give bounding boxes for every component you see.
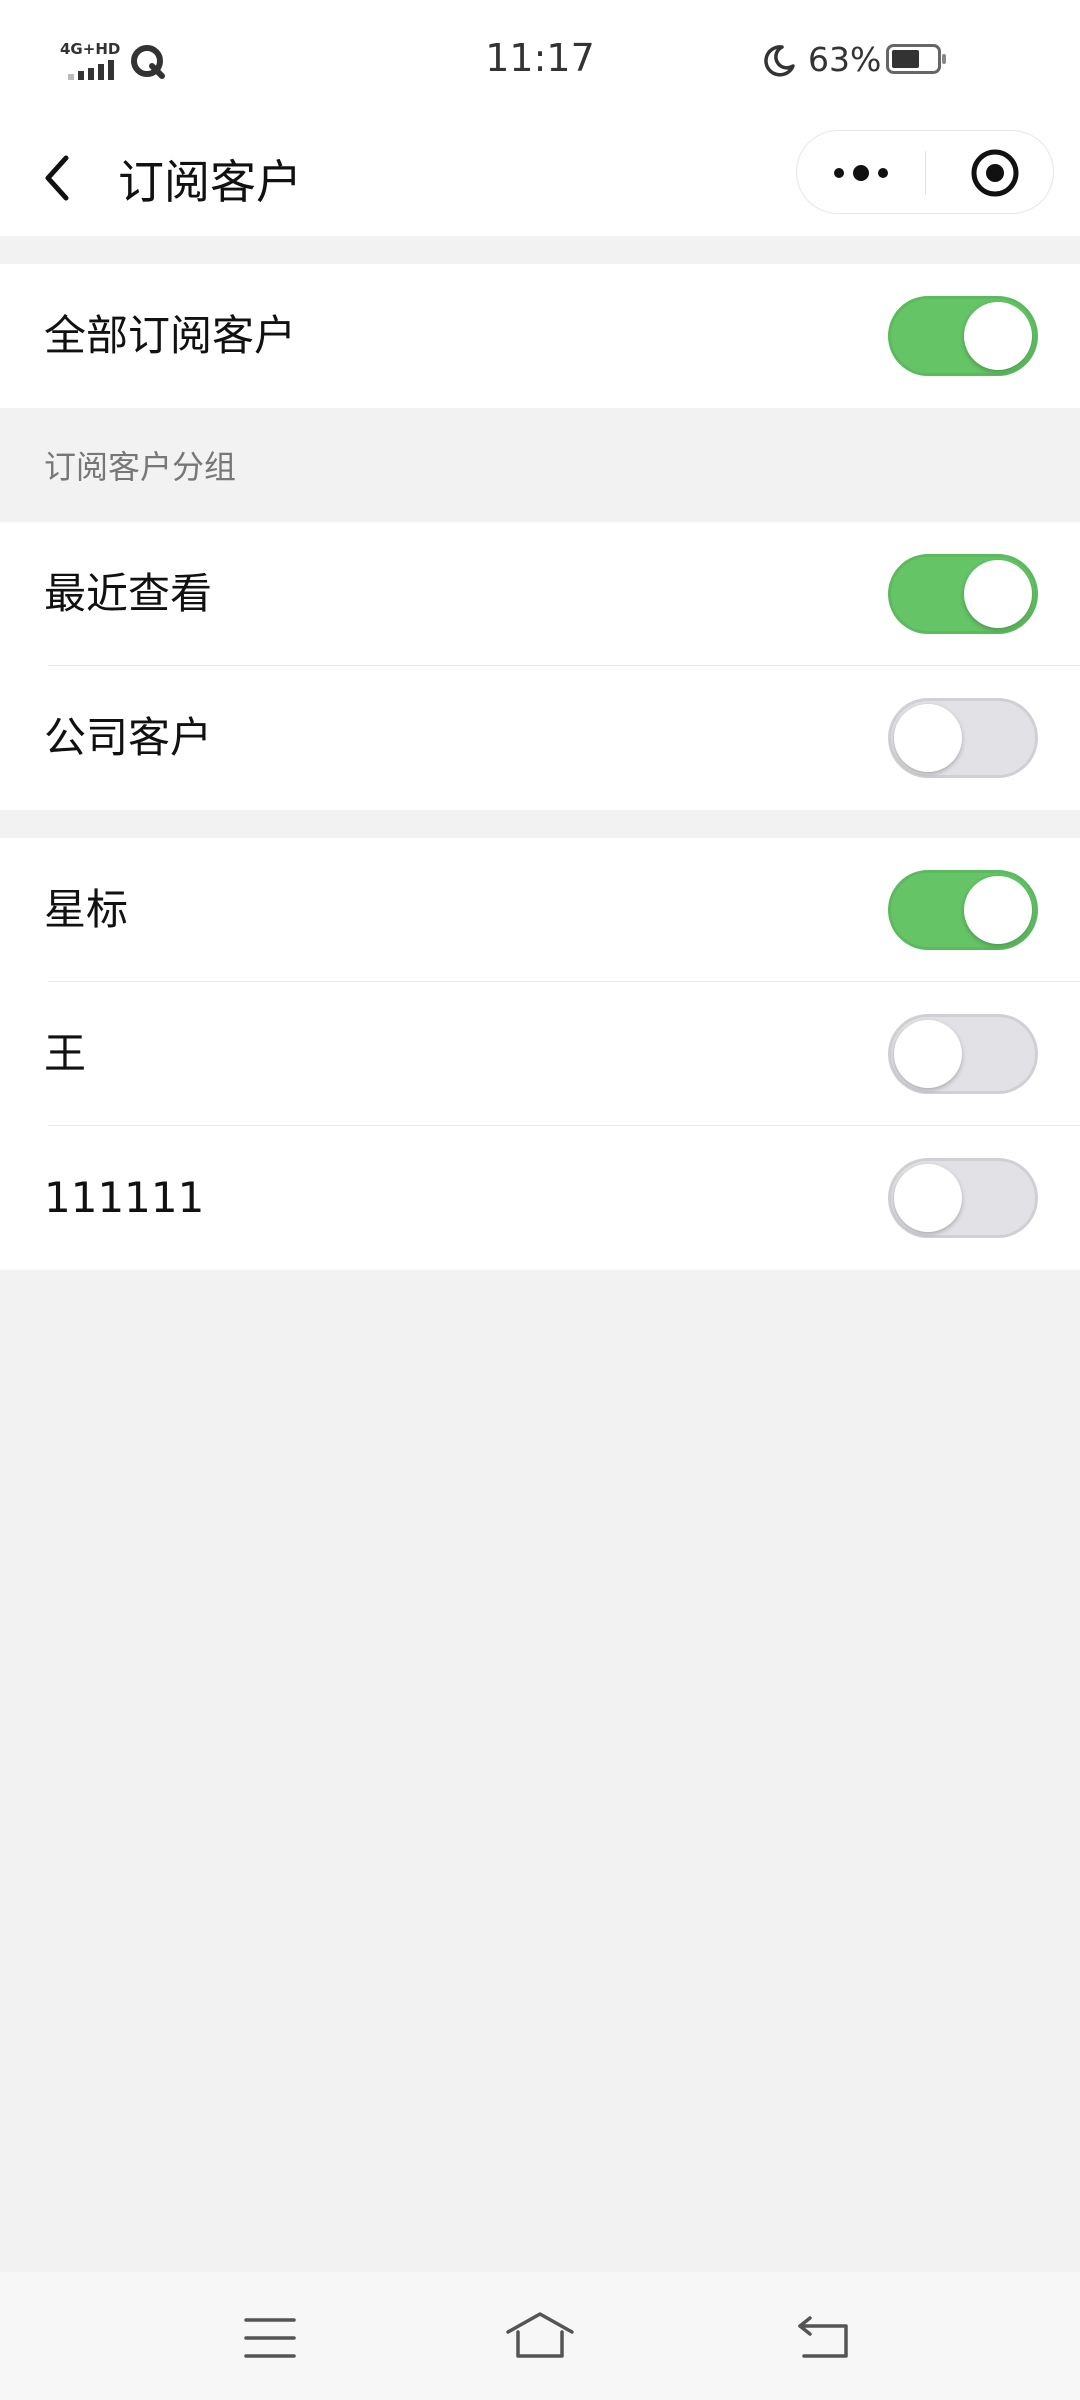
battery-icon [886,44,946,74]
all-subscribers-label: 全部订阅客户 [44,311,297,360]
switch-knob [894,704,962,772]
page: 4G+HD 11:17 63% 订阅客户 全部订阅客户 订阅客户分组 最近查看 … [0,0,1080,2400]
tag-label-wang: 王 [44,1029,87,1078]
list-item: 最近查看 [0,522,1080,666]
tag-label-111111: 111111 [44,1173,205,1222]
system-nav-bar [0,2272,1080,2400]
group-switch-recent[interactable] [888,554,1038,634]
header: 订阅客户 [0,120,1080,236]
switch-knob [894,1164,962,1232]
tags-block: 星标 王 111111 [0,838,1080,1270]
tag-switch-star[interactable] [888,870,1038,950]
list-item: 星标 [0,838,1080,982]
all-subscribers-switch[interactable] [888,296,1038,376]
page-title: 订阅客户 [118,155,302,209]
group-switch-company[interactable] [888,698,1038,778]
capsule-divider [925,151,926,195]
groups-block: 最近查看 公司客户 [0,522,1080,810]
list-item: 公司客户 [0,666,1080,810]
back-icon[interactable] [38,148,78,208]
groups-section-title: 订阅客户分组 [44,448,237,486]
target-icon[interactable] [969,147,1021,199]
switch-knob [894,1020,962,1088]
status-bar: 4G+HD 11:17 63% [0,0,1080,120]
list-item: 111111 [0,1126,1080,1270]
list-item: 王 [0,982,1080,1126]
more-icon[interactable] [831,163,891,183]
back-arrow-icon[interactable] [796,2314,852,2360]
tag-switch-wang[interactable] [888,1014,1038,1094]
switch-knob [964,876,1032,944]
switch-knob [964,302,1032,370]
menu-icon[interactable] [244,2316,296,2360]
group-label-company: 公司客户 [44,713,213,762]
moon-icon [764,45,795,77]
home-icon[interactable] [504,2310,576,2362]
group-label-recent: 最近查看 [44,569,213,618]
all-subscribers-row: 全部订阅客户 [0,264,1080,408]
miniapp-capsule [796,130,1054,214]
tag-switch-111111[interactable] [888,1158,1038,1238]
tag-label-star: 星标 [44,885,129,934]
battery-percent: 63% [808,40,882,79]
switch-knob [964,560,1032,628]
all-subscribers-block: 全部订阅客户 [0,264,1080,408]
